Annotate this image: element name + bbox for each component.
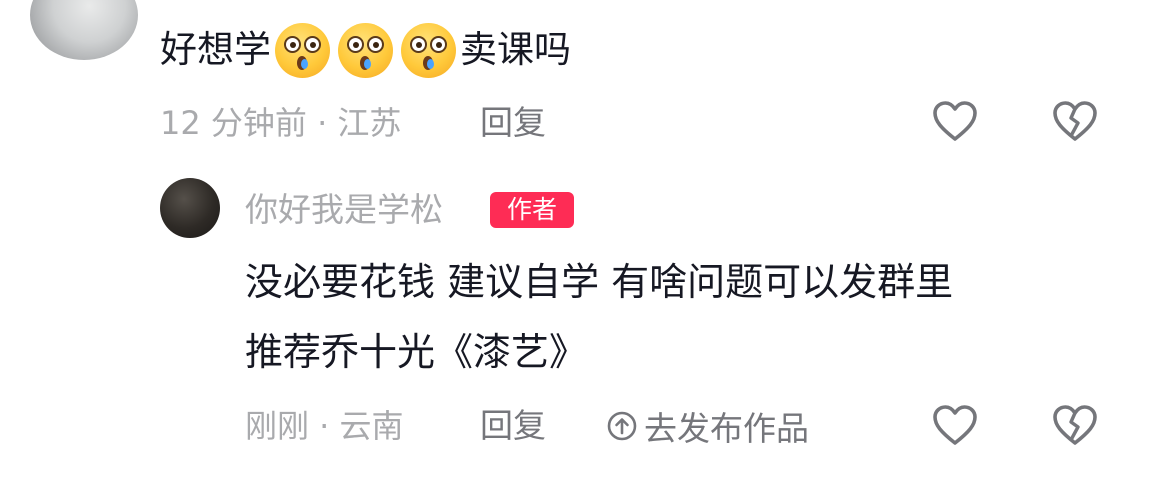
author-badge: 作者 <box>490 192 574 228</box>
astonished-crying-emoji-icon <box>275 22 330 78</box>
comment-text-end: 卖课吗 <box>460 28 571 71</box>
reply-button[interactable]: 回复 <box>480 403 546 449</box>
publish-work-button[interactable]: 去发布作品 <box>606 403 809 449</box>
astonished-crying-emoji-icon <box>401 22 456 78</box>
comment-text-start: 好想学 <box>160 28 271 71</box>
reply-meta: 刚刚 · 云南 <box>245 407 404 445</box>
reply-text-line-2: 推荐乔十光《漆艺》 <box>245 330 588 374</box>
author-avatar[interactable] <box>160 178 220 238</box>
reply-text-line-1: 没必要花钱 建议自学 有啥问题可以发群里 <box>245 260 954 304</box>
comment-meta: 12 分钟前 · 江苏 <box>160 104 402 142</box>
heart-icon[interactable] <box>932 402 978 448</box>
broken-heart-icon[interactable] <box>1052 98 1098 144</box>
heart-icon[interactable] <box>932 98 978 144</box>
commenter-avatar[interactable] <box>30 0 138 60</box>
reply-button[interactable]: 回复 <box>480 100 546 146</box>
upload-arrow-icon <box>606 410 638 442</box>
broken-heart-icon[interactable] <box>1052 402 1098 448</box>
publish-work-label: 去发布作品 <box>644 409 809 448</box>
comment-text: 好想学 卖课吗 <box>160 20 571 80</box>
astonished-crying-emoji-icon <box>338 22 393 78</box>
author-username[interactable]: 你好我是学松 <box>245 185 443 235</box>
